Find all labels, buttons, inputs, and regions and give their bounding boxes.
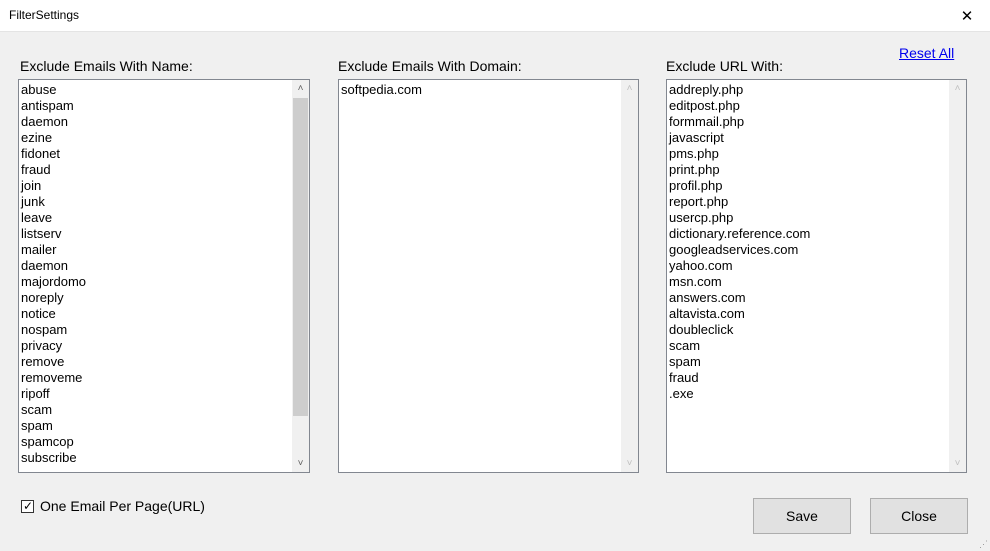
list-item[interactable]: ripoff xyxy=(20,386,86,402)
list-item[interactable]: leave xyxy=(20,210,86,226)
scrollbar-thumb[interactable] xyxy=(293,98,308,416)
list-item[interactable]: ezine xyxy=(20,130,86,146)
list-item[interactable]: print.php xyxy=(668,162,810,178)
list-item[interactable]: nospam xyxy=(20,322,86,338)
list-item[interactable]: yahoo.com xyxy=(668,258,810,274)
list-item[interactable]: fraud xyxy=(668,370,810,386)
list-item[interactable]: spam xyxy=(20,418,86,434)
list-item[interactable]: doubleclick xyxy=(668,322,810,338)
exclude-domain-scrollbar[interactable]: ˄ ˅ xyxy=(621,80,638,472)
list-item[interactable]: softpedia.com xyxy=(340,82,422,98)
close-button[interactable]: Close xyxy=(870,498,968,534)
exclude-domain-listbox[interactable]: softpedia.com ˄ ˅ xyxy=(338,79,639,473)
list-item[interactable]: mailer xyxy=(20,242,86,258)
exclude-domain-label: Exclude Emails With Domain: xyxy=(338,58,522,74)
list-item[interactable]: formmail.php xyxy=(668,114,810,130)
list-item[interactable]: googleadservices.com xyxy=(668,242,810,258)
list-item[interactable]: fraud xyxy=(20,162,86,178)
exclude-url-label: Exclude URL With: xyxy=(666,58,783,74)
list-item[interactable]: subscribe xyxy=(20,450,86,466)
exclude-url-scrollbar[interactable]: ˄ ˅ xyxy=(949,80,966,472)
exclude-name-scrollbar[interactable]: ˄ ˅ xyxy=(292,80,309,472)
list-item[interactable]: usercp.php xyxy=(668,210,810,226)
exclude-url-items: addreply.php editpost.php formmail.php java… xyxy=(668,82,810,402)
chevron-up-icon[interactable]: ˄ xyxy=(621,80,638,97)
list-item[interactable]: privacy xyxy=(20,338,86,354)
list-item[interactable]: daemon xyxy=(20,258,86,274)
chevron-down-icon[interactable]: ˅ xyxy=(621,455,638,472)
list-item[interactable]: antispam xyxy=(20,98,86,114)
title-bar: FilterSettings ✕ xyxy=(0,0,990,32)
list-item[interactable]: editpost.php xyxy=(668,98,810,114)
list-item[interactable]: pms.php xyxy=(668,146,810,162)
exclude-url-listbox[interactable]: addreply.php editpost.php formmail.php java… xyxy=(666,79,967,473)
one-email-per-page-option[interactable]: ✓ One Email Per Page(URL) xyxy=(21,498,205,514)
list-item[interactable]: majordomo xyxy=(20,274,86,290)
list-item[interactable]: noreply xyxy=(20,290,86,306)
chevron-down-icon[interactable]: ˅ xyxy=(949,455,966,472)
list-item[interactable]: spam xyxy=(668,354,810,370)
list-item[interactable]: join xyxy=(20,178,86,194)
list-item[interactable]: answers.com xyxy=(668,290,810,306)
list-item[interactable]: spamcop xyxy=(20,434,86,450)
chevron-down-icon[interactable]: ˅ xyxy=(292,455,309,472)
exclude-name-label: Exclude Emails With Name: xyxy=(20,58,193,74)
window-title: FilterSettings xyxy=(9,8,80,22)
check-icon: ✓ xyxy=(22,498,34,513)
list-item[interactable]: dictionary.reference.com xyxy=(668,226,810,242)
resize-grip-icon[interactable]: ⋰ xyxy=(978,539,988,549)
exclude-name-items: abuse antispam daemon ezine fidonet fraud join… xyxy=(20,82,86,466)
list-item[interactable]: daemon xyxy=(20,114,86,130)
close-icon[interactable]: ✕ xyxy=(944,0,990,31)
list-item[interactable]: altavista.com xyxy=(668,306,810,322)
list-item[interactable]: addreply.php xyxy=(668,82,810,98)
one-email-per-page-label: One Email Per Page(URL) xyxy=(40,498,205,514)
list-item[interactable]: scam xyxy=(668,338,810,354)
chevron-up-icon[interactable]: ˄ xyxy=(292,80,309,97)
exclude-domain-items: softpedia.com xyxy=(340,82,422,98)
list-item[interactable]: scam xyxy=(20,402,86,418)
list-item[interactable]: junk xyxy=(20,194,86,210)
list-item[interactable]: report.php xyxy=(668,194,810,210)
chevron-up-icon[interactable]: ˄ xyxy=(949,80,966,97)
list-item[interactable]: listserv xyxy=(20,226,86,242)
list-item[interactable]: javascript xyxy=(668,130,810,146)
list-item[interactable]: .exe xyxy=(668,386,810,402)
list-item[interactable]: remove xyxy=(20,354,86,370)
reset-all-link[interactable]: Reset All xyxy=(899,45,954,61)
exclude-name-listbox[interactable]: abuse antispam daemon ezine fidonet fraud join… xyxy=(18,79,310,473)
list-item[interactable]: msn.com xyxy=(668,274,810,290)
list-item[interactable]: notice xyxy=(20,306,86,322)
list-item[interactable]: removeme xyxy=(20,370,86,386)
list-item[interactable]: profil.php xyxy=(668,178,810,194)
save-button[interactable]: Save xyxy=(753,498,851,534)
one-email-per-page-checkbox[interactable]: ✓ xyxy=(21,498,34,513)
list-item[interactable]: fidonet xyxy=(20,146,86,162)
list-item[interactable]: abuse xyxy=(20,82,86,98)
